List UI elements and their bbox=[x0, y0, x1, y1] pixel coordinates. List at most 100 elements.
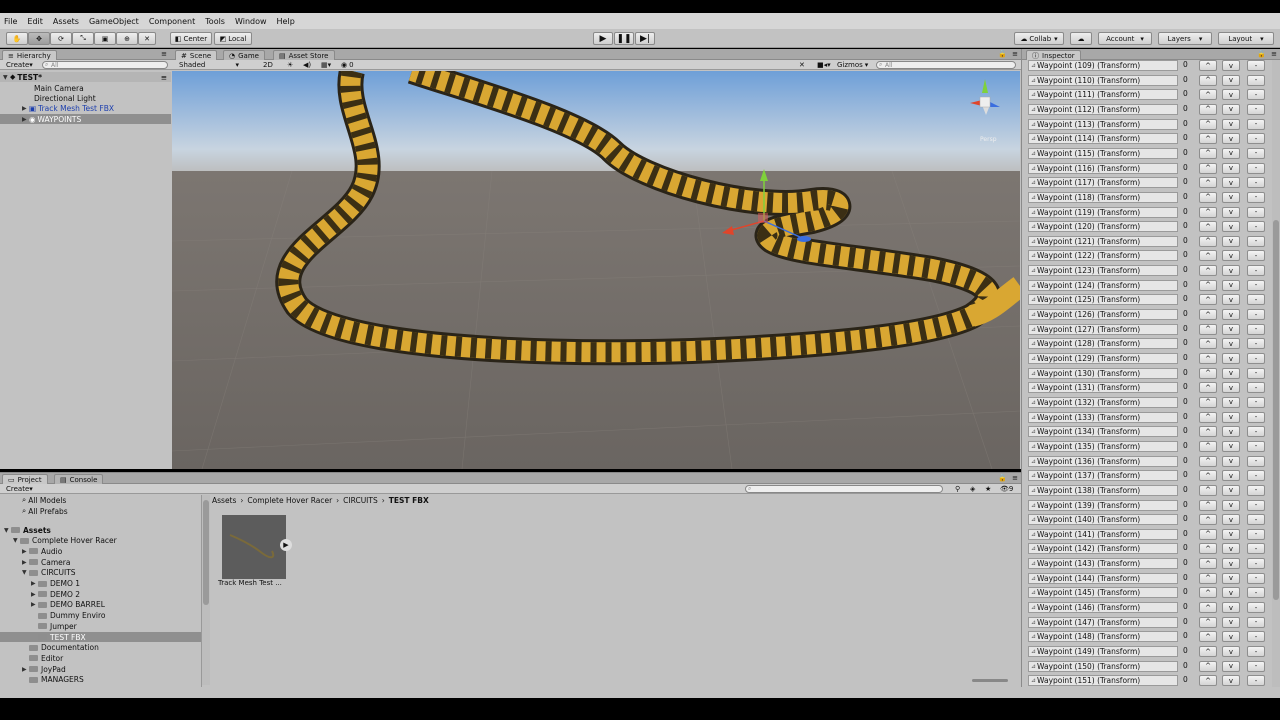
waypoint-object-field[interactable]: ⊿ Waypoint (135) (Transform) bbox=[1028, 440, 1178, 452]
waypoint-object-field[interactable]: ⊿ Waypoint (146) (Transform) bbox=[1028, 602, 1178, 614]
waypoint-object-field[interactable]: ⊿ Waypoint (143) (Transform) bbox=[1028, 558, 1178, 570]
folder-item[interactable]: Documentation bbox=[0, 643, 201, 653]
remove-button[interactable]: - bbox=[1247, 602, 1265, 614]
move-down-button[interactable]: v bbox=[1222, 250, 1240, 262]
move-up-button[interactable]: ^ bbox=[1199, 440, 1217, 452]
move-down-button[interactable]: v bbox=[1222, 235, 1240, 247]
folder-item[interactable]: MANAGERS bbox=[0, 675, 201, 685]
effects-dropdown[interactable]: ▦ ▾ bbox=[321, 61, 331, 69]
remove-button[interactable]: - bbox=[1247, 265, 1265, 277]
remove-button[interactable]: - bbox=[1247, 572, 1265, 584]
breadcrumb-item[interactable]: Complete Hover Racer bbox=[247, 496, 332, 505]
waypoint-object-field[interactable]: ⊿ Waypoint (140) (Transform) bbox=[1028, 514, 1178, 526]
remove-button[interactable]: - bbox=[1247, 221, 1265, 233]
scrollbar-thumb[interactable] bbox=[1273, 220, 1279, 600]
move-up-button[interactable]: ^ bbox=[1199, 455, 1217, 467]
folder-item[interactable]: ▶ DEMO 2 bbox=[0, 589, 201, 599]
waypoint-object-field[interactable]: ⊿ Waypoint (116) (Transform) bbox=[1028, 162, 1178, 174]
remove-button[interactable]: - bbox=[1247, 660, 1265, 672]
hierarchy-item[interactable]: ▶ ▣ Track Mesh Test FBX bbox=[0, 103, 171, 113]
waypoint-object-field[interactable]: ⊿ Waypoint (136) (Transform) bbox=[1028, 455, 1178, 467]
step-button[interactable]: ▶| bbox=[635, 32, 655, 45]
menu-item-gameobject[interactable]: GameObject bbox=[89, 17, 139, 26]
move-up-button[interactable]: ^ bbox=[1199, 514, 1217, 526]
create-dropdown[interactable]: Create ▾ bbox=[6, 61, 33, 69]
caret-open-icon[interactable]: ▼ bbox=[13, 537, 20, 544]
remove-button[interactable]: - bbox=[1247, 162, 1265, 174]
hierarchy-item[interactable]: Directional Light bbox=[0, 93, 171, 103]
move-down-button[interactable]: v bbox=[1222, 646, 1240, 657]
move-up-button[interactable]: ^ bbox=[1199, 353, 1217, 364]
move-up-button[interactable]: ^ bbox=[1199, 499, 1217, 511]
remove-button[interactable]: - bbox=[1247, 279, 1265, 291]
waypoint-object-field[interactable]: ⊿ Waypoint (139) (Transform) bbox=[1028, 499, 1178, 511]
move-up-button[interactable]: ^ bbox=[1199, 235, 1217, 247]
folder-item[interactable]: TEST FBX bbox=[0, 632, 201, 642]
tab-console[interactable]: ▤ Console bbox=[54, 474, 104, 484]
remove-button[interactable]: - bbox=[1247, 206, 1265, 218]
waypoint-object-field[interactable]: ⊿ Waypoint (120) (Transform) bbox=[1028, 221, 1178, 233]
gizmos-dropdown[interactable]: Gizmos ▾ bbox=[837, 61, 868, 69]
move-down-button[interactable]: v bbox=[1222, 206, 1240, 218]
move-up-button[interactable]: ^ bbox=[1199, 103, 1217, 115]
remove-button[interactable]: - bbox=[1247, 323, 1265, 335]
waypoint-object-field[interactable]: ⊿ Waypoint (111) (Transform) bbox=[1028, 89, 1178, 101]
folder-item[interactable]: Dummy Enviro bbox=[0, 611, 201, 621]
hierarchy-item[interactable]: Main Camera bbox=[0, 83, 171, 93]
waypoint-object-field[interactable]: ⊿ Waypoint (128) (Transform) bbox=[1028, 338, 1178, 350]
breadcrumb-item[interactable]: CIRCUITS bbox=[343, 496, 378, 505]
move-up-button[interactable]: ^ bbox=[1199, 133, 1217, 145]
caret-open-icon[interactable]: ▼ bbox=[4, 527, 11, 534]
move-up-button[interactable]: ^ bbox=[1199, 118, 1217, 130]
folder-item[interactable]: ▶ JoyPad bbox=[0, 664, 201, 674]
move-down-button[interactable]: v bbox=[1222, 616, 1240, 628]
asset-label[interactable]: Track Mesh Test ... bbox=[218, 579, 290, 587]
waypoint-object-field[interactable]: ⊿ Waypoint (127) (Transform) bbox=[1028, 323, 1178, 335]
asset-thumbnail[interactable]: ▶ bbox=[222, 515, 292, 579]
move-down-button[interactable]: v bbox=[1222, 353, 1240, 364]
move-down-button[interactable]: v bbox=[1222, 191, 1240, 203]
space-mode-button[interactable]: ◩ Local bbox=[214, 32, 252, 45]
remove-button[interactable]: - bbox=[1247, 470, 1265, 482]
remove-button[interactable]: - bbox=[1247, 89, 1265, 101]
tab-project[interactable]: ▭ Project bbox=[2, 474, 48, 484]
remove-button[interactable]: - bbox=[1247, 543, 1265, 555]
filter-by-type-icon[interactable]: ⚲ bbox=[955, 485, 960, 493]
scene-viewport[interactable]: Persp bbox=[172, 71, 1020, 469]
remove-button[interactable]: - bbox=[1247, 631, 1265, 643]
remove-button[interactable]: - bbox=[1247, 294, 1265, 306]
move-up-button[interactable]: ^ bbox=[1199, 587, 1217, 599]
move-down-button[interactable]: v bbox=[1222, 470, 1240, 482]
waypoint-object-field[interactable]: ⊿ Waypoint (131) (Transform) bbox=[1028, 382, 1178, 394]
waypoint-object-field[interactable]: ⊿ Waypoint (134) (Transform) bbox=[1028, 426, 1178, 438]
waypoint-object-field[interactable]: ⊿ Waypoint (122) (Transform) bbox=[1028, 250, 1178, 262]
move-down-button[interactable]: v bbox=[1222, 411, 1240, 423]
breadcrumb-item[interactable]: Assets bbox=[212, 496, 236, 505]
move-up-button[interactable]: ^ bbox=[1199, 396, 1217, 408]
move-down-button[interactable]: v bbox=[1222, 660, 1240, 672]
hand-tool-button[interactable]: ✋ bbox=[6, 32, 28, 45]
move-down-button[interactable]: v bbox=[1222, 279, 1240, 291]
remove-button[interactable]: - bbox=[1247, 235, 1265, 247]
folder-item[interactable]: ▶ Audio bbox=[0, 546, 201, 556]
lock-icon[interactable]: 🔒 bbox=[998, 474, 1007, 482]
move-down-button[interactable]: v bbox=[1222, 396, 1240, 408]
move-up-button[interactable]: ^ bbox=[1199, 528, 1217, 540]
move-up-button[interactable]: ^ bbox=[1199, 646, 1217, 657]
move-down-button[interactable]: v bbox=[1222, 602, 1240, 614]
remove-button[interactable]: - bbox=[1247, 558, 1265, 570]
expand-play-icon[interactable]: ▶ bbox=[280, 539, 292, 551]
menu-item-component[interactable]: Component bbox=[149, 17, 195, 26]
waypoint-object-field[interactable]: ⊿ Waypoint (118) (Transform) bbox=[1028, 191, 1178, 203]
plane-handle[interactable] bbox=[758, 213, 768, 223]
move-up-button[interactable]: ^ bbox=[1199, 558, 1217, 570]
caret-right-icon[interactable]: ▶ bbox=[22, 559, 29, 566]
remove-button[interactable]: - bbox=[1247, 309, 1265, 321]
filter-by-label-icon[interactable]: ◈ bbox=[970, 485, 975, 493]
folder-item[interactable]: Jumper bbox=[0, 621, 201, 631]
custom-tool-button[interactable]: ✕ bbox=[138, 32, 156, 45]
remove-button[interactable]: - bbox=[1247, 133, 1265, 145]
move-down-button[interactable]: v bbox=[1222, 514, 1240, 526]
create-dropdown[interactable]: Create ▾ bbox=[6, 485, 33, 493]
move-up-button[interactable]: ^ bbox=[1199, 631, 1217, 643]
